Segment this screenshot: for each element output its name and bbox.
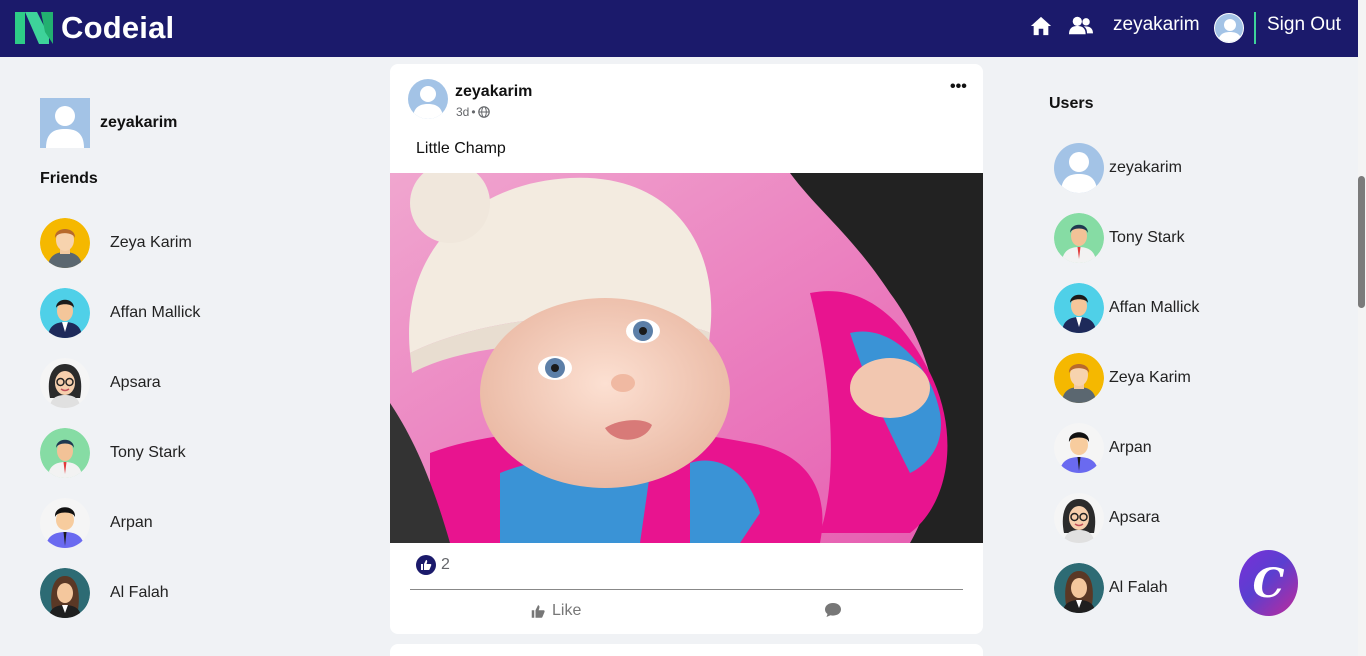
black-hair-man-avatar-icon	[40, 498, 90, 548]
post-time: 3d	[456, 105, 470, 119]
friend-item[interactable]: Zeya Karim	[40, 218, 192, 268]
floating-c-button[interactable]: C	[1239, 550, 1298, 616]
users-heading: Users	[1049, 95, 1094, 112]
meta-separator: •	[471, 105, 476, 119]
floating-button-letter: C	[1252, 559, 1285, 607]
suit-man-avatar-icon	[40, 288, 90, 338]
friend-name: Zeya Karim	[110, 234, 192, 251]
logo-text: Codeial	[61, 10, 175, 45]
orange-hair-avatar-icon	[1054, 353, 1104, 403]
post-meta: 3d •	[456, 105, 490, 119]
user-item[interactable]: Affan Mallick	[1054, 283, 1199, 333]
green-man-avatar-icon	[40, 428, 90, 478]
default-avatar-icon	[1054, 143, 1104, 193]
orange-hair-avatar-icon	[40, 218, 90, 268]
profile-card[interactable]: zeyakarim	[40, 98, 177, 148]
woman-teal-avatar-icon	[1054, 563, 1104, 613]
user-name: Al Falah	[1109, 579, 1168, 596]
glasses-woman-avatar-icon	[40, 358, 90, 408]
glasses-woman-avatar-icon	[1054, 493, 1104, 543]
post-author-name[interactable]: zeyakarim	[455, 83, 532, 101]
friend-item[interactable]: Tony Stark	[40, 428, 186, 478]
post-divider	[410, 589, 963, 590]
like-badge-icon	[416, 555, 436, 575]
black-hair-man-avatar-icon	[1054, 423, 1104, 473]
user-name: Zeya Karim	[1109, 369, 1191, 386]
like-count: 2	[441, 556, 450, 573]
suit-man-avatar-icon	[1054, 283, 1104, 333]
user-item[interactable]: zeyakarim	[1054, 143, 1182, 193]
green-man-avatar-icon	[1054, 213, 1104, 263]
nav-username[interactable]: zeyakarim	[1113, 14, 1200, 36]
friends-heading: Friends	[40, 170, 98, 187]
sign-out-link[interactable]: Sign Out	[1267, 14, 1341, 36]
user-name: Apsara	[1109, 509, 1160, 526]
woman-teal-avatar-icon	[40, 568, 90, 618]
logo[interactable]: Codeial	[15, 10, 174, 46]
friend-item[interactable]: Arpan	[40, 498, 153, 548]
user-item[interactable]: Tony Stark	[1054, 213, 1185, 263]
profile-name: zeyakarim	[100, 114, 178, 131]
nav-user-avatar[interactable]	[1214, 13, 1244, 43]
post-image[interactable]	[390, 173, 983, 543]
friend-name: Affan Mallick	[110, 304, 201, 321]
post-card: zeyakarim 3d • ••• Little Champ 2 Like	[390, 64, 983, 634]
friend-name: Arpan	[110, 514, 153, 531]
globe-icon	[477, 106, 490, 118]
profile-picture	[40, 98, 90, 148]
likes-summary[interactable]: 2	[416, 555, 450, 575]
user-name: Tony Stark	[1109, 229, 1185, 246]
comment-icon	[825, 603, 841, 617]
friend-item[interactable]: Affan Mallick	[40, 288, 200, 338]
thumbs-up-icon	[531, 604, 545, 618]
user-item[interactable]: Zeya Karim	[1054, 353, 1191, 403]
next-post-card	[390, 644, 983, 656]
friend-item[interactable]: Apsara	[40, 358, 161, 408]
user-name: Affan Mallick	[1109, 299, 1200, 316]
codeial-logo-icon	[15, 12, 53, 44]
more-options-icon[interactable]: •••	[950, 78, 967, 96]
friend-name: Al Falah	[110, 584, 169, 601]
user-item[interactable]: Al Falah	[1054, 563, 1168, 613]
post-author-avatar[interactable]	[408, 79, 448, 119]
nav-divider	[1254, 12, 1256, 44]
user-name: zeyakarim	[1109, 159, 1182, 176]
friend-name: Apsara	[110, 374, 161, 391]
navbar: Codeial zeyakarim Sign Out	[0, 0, 1358, 57]
friend-item[interactable]: Al Falah	[40, 568, 169, 618]
user-name: Arpan	[1109, 439, 1152, 456]
post-text: Little Champ	[416, 140, 506, 157]
friend-name: Tony Stark	[110, 444, 186, 461]
comment-button[interactable]	[824, 602, 842, 623]
scrollbar-thumb[interactable]	[1358, 176, 1365, 308]
like-button[interactable]: Like	[530, 602, 581, 620]
user-item[interactable]: Apsara	[1054, 493, 1160, 543]
scrollbar-track[interactable]	[1358, 0, 1366, 656]
like-button-label: Like	[552, 602, 582, 619]
user-item[interactable]: Arpan	[1054, 423, 1152, 473]
home-icon[interactable]	[1030, 15, 1052, 37]
friends-icon[interactable]	[1069, 15, 1093, 37]
